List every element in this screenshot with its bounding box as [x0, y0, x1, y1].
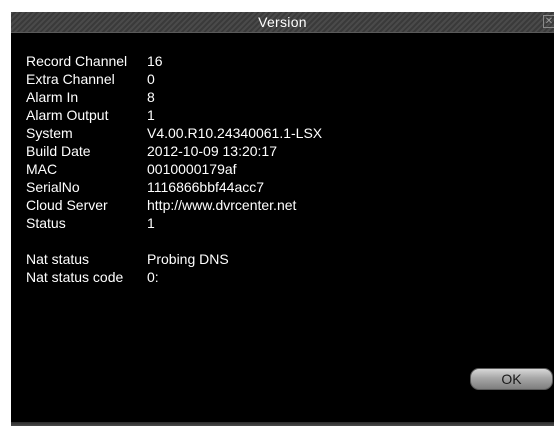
info-value: 0: — [147, 269, 159, 285]
info-row-status: Status 1 — [26, 214, 322, 232]
version-info-list: Record Channel 16 Extra Channel 0 Alarm … — [26, 52, 322, 286]
info-label: Build Date — [26, 143, 91, 159]
info-row-serial-no: SerialNo 1116866bbf44acc7 — [26, 178, 322, 196]
info-row-system: System V4.00.R10.24340061.1-LSX — [26, 124, 322, 142]
info-label: Alarm Output — [26, 107, 109, 123]
info-value: Probing DNS — [147, 251, 229, 267]
info-value: 1 — [147, 107, 155, 123]
dialog-title: Version — [258, 14, 307, 30]
info-value: 2012-10-09 13:20:17 — [147, 143, 277, 159]
info-label: Nat status code — [26, 269, 124, 285]
info-row-nat-status-code: Nat status code 0: — [26, 268, 322, 286]
info-label: SerialNo — [26, 179, 80, 195]
info-label: Alarm In — [26, 89, 79, 105]
info-row-build-date: Build Date 2012-10-09 13:20:17 — [26, 142, 322, 160]
info-label: Extra Channel — [26, 71, 115, 87]
info-label: System — [26, 125, 73, 141]
info-value: 1116866bbf44acc7 — [147, 179, 265, 195]
info-value: http://www.dvrcenter.net — [147, 197, 297, 213]
info-row-extra-channel: Extra Channel 0 — [26, 70, 322, 88]
title-bar[interactable]: Version ✕ — [11, 12, 554, 33]
info-row-mac: MAC 0010000179af — [26, 160, 322, 178]
info-label: Nat status — [26, 251, 90, 267]
info-value: 16 — [147, 53, 163, 69]
info-value: 1 — [147, 215, 155, 231]
info-label: MAC — [26, 161, 58, 177]
info-row-record-channel: Record Channel 16 — [26, 52, 322, 70]
info-label: Status — [26, 215, 66, 231]
info-row-alarm-output: Alarm Output 1 — [26, 106, 322, 124]
close-icon[interactable]: ✕ — [543, 15, 554, 28]
info-row-alarm-in: Alarm In 8 — [26, 88, 322, 106]
version-dialog: Version ✕ Record Channel 16 Extra Channe… — [11, 12, 554, 426]
info-value: V4.00.R10.24340061.1-LSX — [147, 125, 323, 141]
info-label: Cloud Server — [26, 197, 108, 213]
ok-button[interactable]: OK — [470, 368, 553, 390]
info-row-cloud-server: Cloud Server http://www.dvrcenter.net — [26, 196, 322, 214]
info-label: Record Channel — [26, 53, 128, 69]
info-value: 0010000179af — [147, 161, 237, 177]
info-value: 8 — [147, 89, 155, 105]
bottom-border — [11, 422, 554, 426]
info-value: 0 — [147, 71, 155, 87]
info-row-nat-status: Nat status Probing DNS — [26, 250, 322, 268]
